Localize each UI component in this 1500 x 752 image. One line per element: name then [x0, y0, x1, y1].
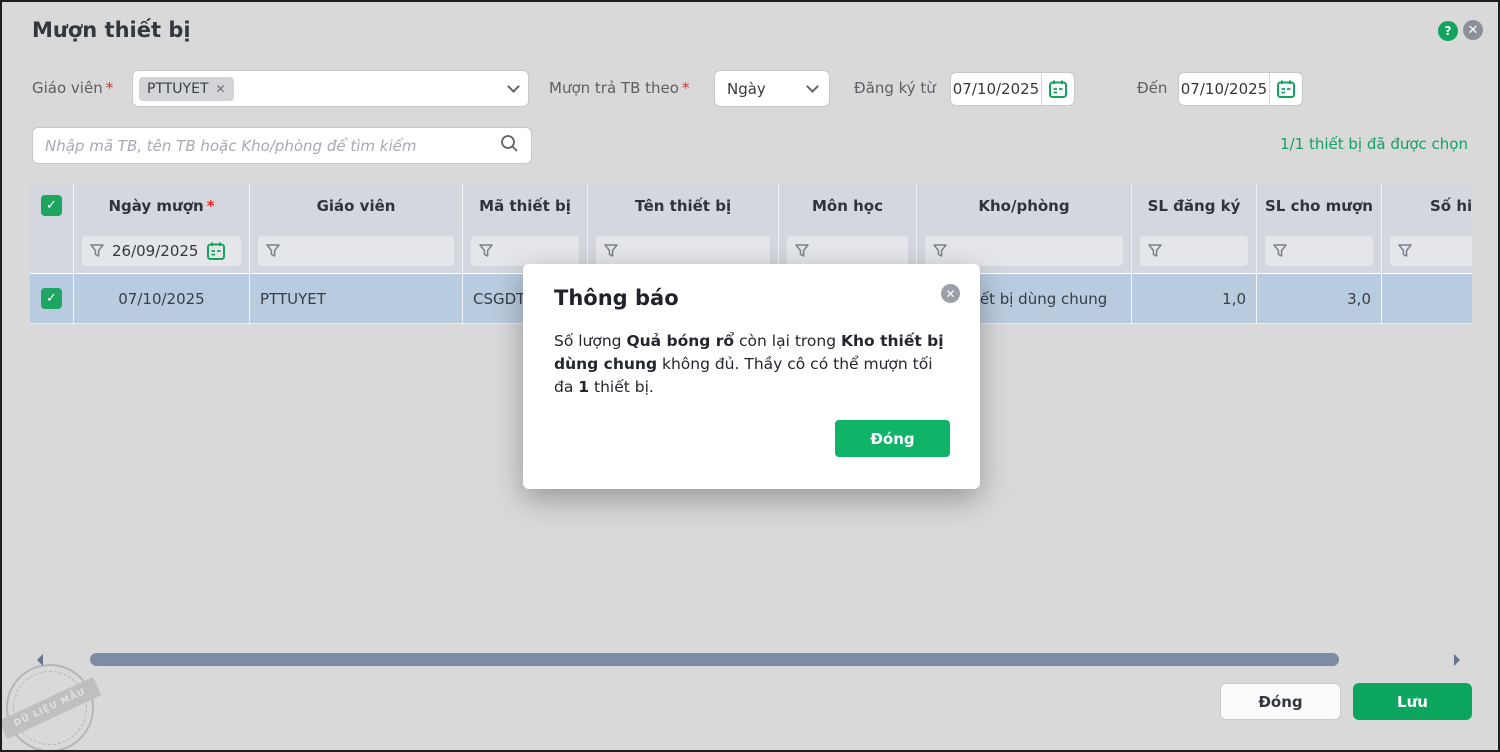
column-header[interactable]: Giáo viên — [250, 183, 463, 228]
from-date-label: Đăng ký từ — [854, 70, 936, 107]
borrow-by-value: Ngày — [727, 80, 766, 98]
column-header[interactable]: Số hiệu — [1382, 183, 1472, 228]
chevron-down-icon — [507, 80, 520, 93]
header-checkbox-cell: ✓ — [30, 183, 74, 228]
column-filter-input[interactable] — [1140, 236, 1248, 266]
cell-borrow-date: 07/10/2025 — [74, 274, 250, 323]
required-asterisk: * — [207, 197, 215, 215]
from-date-value: 07/10/2025 — [951, 80, 1041, 98]
to-date-label: Đến — [1137, 70, 1167, 107]
column-filter-input[interactable] — [258, 236, 454, 266]
horizontal-scrollbar — [2, 653, 1500, 667]
selection-summary: 1/1 thiết bị đã được chọn — [1280, 135, 1468, 153]
from-date-input[interactable]: 07/10/2025 — [950, 72, 1075, 106]
date-filter-cell: 26/09/2025 — [74, 228, 250, 273]
search-icon[interactable] — [500, 134, 519, 157]
row-checkbox-cell: ✓ — [30, 274, 74, 323]
scroll-right-icon[interactable] — [1454, 654, 1460, 666]
filter-cell — [1382, 228, 1472, 273]
column-filter-input[interactable] — [787, 236, 908, 266]
close-glyph: ✕ — [945, 287, 955, 301]
date-filter-value: 26/09/2025 — [112, 242, 198, 260]
teacher-label: Giáo viên* — [32, 70, 113, 107]
column-filter-input[interactable] — [1390, 236, 1472, 266]
column-header[interactable]: SL cho mượn — [1257, 183, 1382, 228]
teacher-multiselect[interactable]: PTTUYET ✕ — [132, 70, 529, 107]
cell-qty-lent: 3,0 — [1257, 274, 1382, 323]
to-date-value: 07/10/2025 — [1179, 80, 1269, 98]
column-header[interactable]: Ngày mượn* — [74, 183, 250, 228]
cell-serial — [1382, 274, 1472, 323]
modal-close-icon[interactable]: ✕ — [941, 284, 960, 303]
borrow-by-label: Mượn trả TB theo* — [549, 70, 689, 107]
filter-funnel-icon — [933, 244, 947, 258]
footer-close-button[interactable]: Đóng — [1220, 683, 1341, 720]
teacher-chip-label: PTTUYET — [147, 81, 209, 97]
calendar-icon[interactable] — [206, 241, 226, 261]
required-asterisk: * — [106, 79, 114, 97]
filter-funnel-icon — [1148, 244, 1162, 258]
calendar-icon[interactable] — [1269, 73, 1302, 105]
modal-title: Thông báo — [554, 286, 679, 310]
notification-modal: Thông báo ✕ Số lượng Quả bóng rổ còn lại… — [523, 264, 980, 489]
watermark-inner-ring — [1, 659, 99, 752]
filter-cell — [250, 228, 463, 273]
column-header[interactable]: Kho/phòng — [917, 183, 1132, 228]
column-header[interactable]: Tên thiết bị — [588, 183, 779, 228]
close-glyph: ✕ — [1468, 23, 1479, 38]
filter-funnel-icon — [1398, 244, 1412, 258]
select-all-checkbox[interactable]: ✓ — [41, 195, 62, 216]
to-date-input[interactable]: 07/10/2025 — [1178, 72, 1303, 106]
filter-funnel-icon — [795, 244, 809, 258]
close-icon[interactable]: ✕ — [1463, 20, 1483, 40]
borrow-date-filter[interactable]: 26/09/2025 — [82, 236, 241, 266]
chevron-down-icon — [806, 80, 819, 93]
device-search — [32, 127, 532, 164]
scroll-left-icon[interactable] — [37, 654, 43, 666]
borrow-equipment-dialog: Mượn thiết bị ? ✕ Giáo viên* PTTUYET ✕ M… — [0, 0, 1500, 752]
filter-funnel-icon — [90, 244, 104, 258]
table-header-row: ✓ Ngày mượn* Giáo viên Mã thiết bị Tên t… — [30, 183, 1472, 228]
column-filter-input[interactable] — [596, 236, 770, 266]
check-icon: ✓ — [46, 198, 57, 213]
check-icon: ✓ — [46, 291, 57, 306]
column-filter-input[interactable] — [471, 236, 579, 266]
filter-funnel-icon — [266, 244, 280, 258]
chip-remove-icon[interactable]: ✕ — [216, 82, 226, 96]
column-header[interactable]: Môn học — [779, 183, 917, 228]
help-glyph: ? — [1445, 24, 1452, 38]
filter-cell — [1132, 228, 1257, 273]
search-input[interactable] — [45, 137, 500, 155]
help-icon[interactable]: ? — [1438, 21, 1458, 41]
cell-teacher: PTTUYET — [250, 274, 463, 323]
modal-close-button[interactable]: Đóng — [835, 420, 950, 457]
column-header[interactable]: Mã thiết bị — [463, 183, 588, 228]
required-asterisk: * — [682, 79, 690, 97]
modal-message: Số lượng Quả bóng rổ còn lại trong Kho t… — [554, 330, 954, 399]
column-filter-input[interactable] — [925, 236, 1123, 266]
column-header[interactable]: SL đăng ký — [1132, 183, 1257, 228]
filter-funnel-icon — [479, 244, 493, 258]
calendar-icon[interactable] — [1041, 73, 1074, 105]
column-filter-input[interactable] — [1265, 236, 1373, 266]
row-checkbox[interactable]: ✓ — [41, 288, 62, 309]
scrollbar-thumb[interactable] — [90, 653, 1339, 666]
cell-qty-registered: 1,0 — [1132, 274, 1257, 323]
teacher-chip: PTTUYET ✕ — [139, 77, 234, 101]
watermark-ribbon: DỮ LIỆU MẪU — [0, 677, 101, 739]
filter-funnel-icon — [604, 244, 618, 258]
save-button[interactable]: Lưu — [1353, 683, 1472, 720]
borrow-by-select[interactable]: Ngày — [714, 70, 830, 107]
filter-empty-cell — [30, 228, 74, 273]
filter-funnel-icon — [1273, 244, 1287, 258]
page-title: Mượn thiết bị — [32, 18, 191, 42]
filter-cell — [1257, 228, 1382, 273]
